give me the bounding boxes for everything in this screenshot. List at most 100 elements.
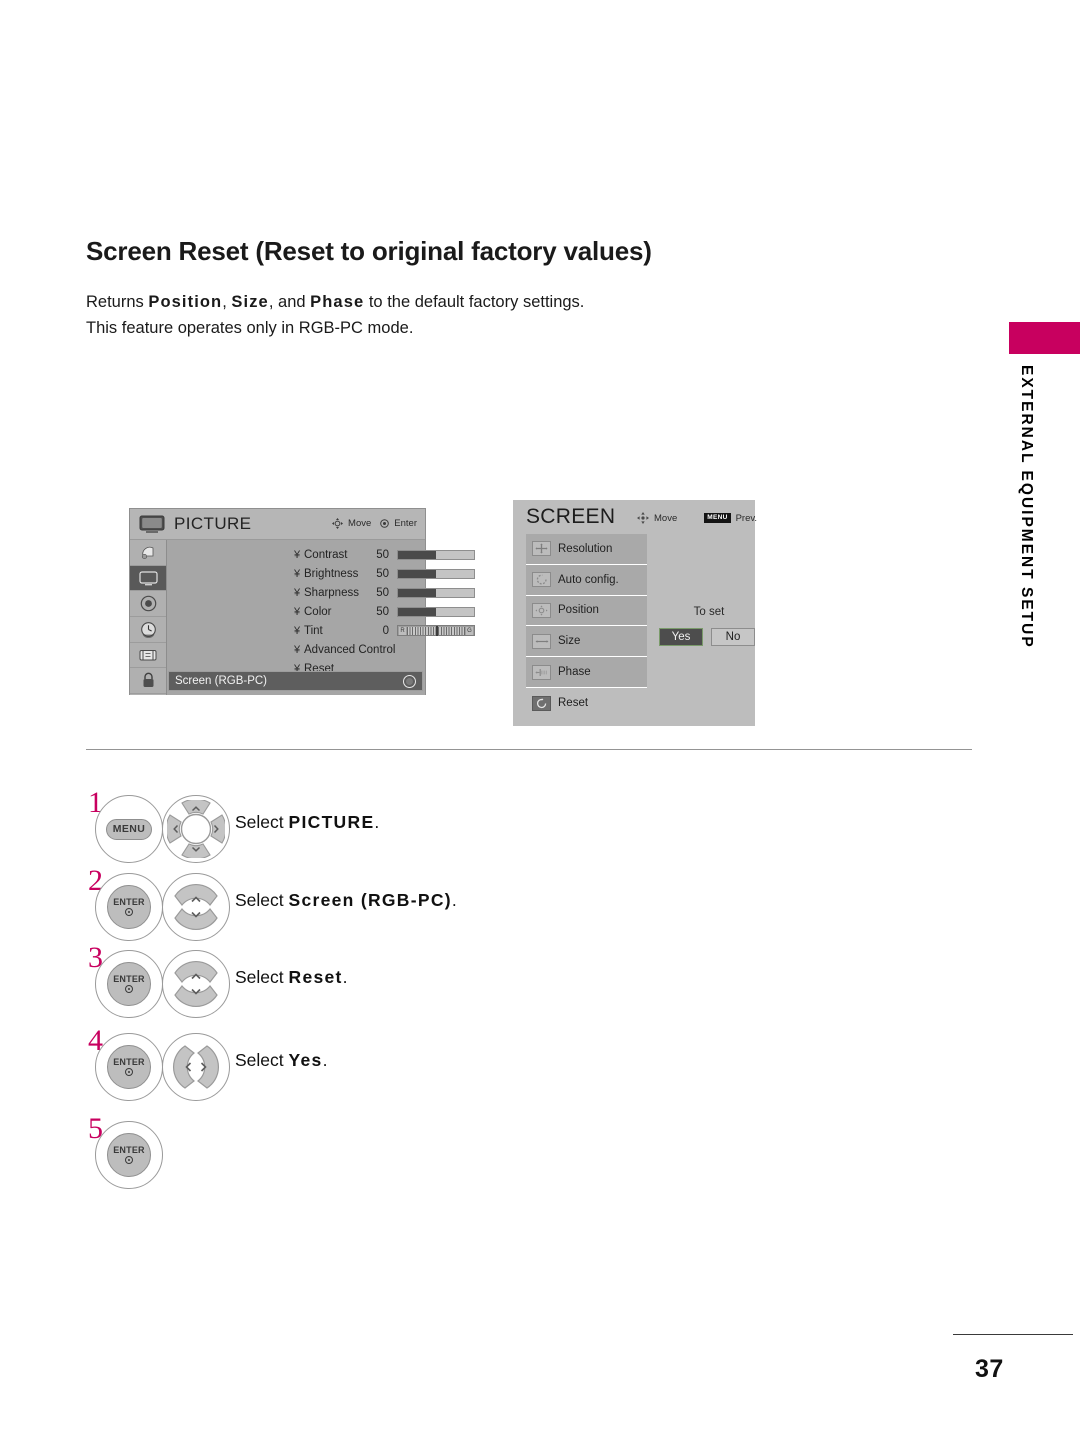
sidebar-item-time[interactable] <box>130 617 166 643</box>
four-way-wheel[interactable] <box>162 795 230 863</box>
enter-button[interactable]: ENTER <box>107 962 151 1006</box>
screen-item-position[interactable]: Position <box>526 595 647 627</box>
intro-sep-2: , and <box>268 293 311 311</box>
enter-button[interactable]: ENTER <box>107 1133 151 1177</box>
enter-key-ring[interactable]: ENTER <box>95 950 163 1018</box>
picture-row-sharpness[interactable]: ¥ Sharpness 50 <box>167 583 475 602</box>
step-text-bold: PICTURE <box>288 812 375 832</box>
step-instruction: Select Reset. <box>235 967 348 988</box>
row-value: 50 <box>376 605 389 618</box>
sidebar-item-audio[interactable] <box>130 591 166 618</box>
sidebar-item-lock[interactable] <box>130 668 166 695</box>
enter-key-ring[interactable]: ENTER <box>95 1033 163 1101</box>
enter-button[interactable]: ENTER <box>107 1045 151 1089</box>
picture-row-tint[interactable]: ¥ Tint 0 R G <box>167 621 475 640</box>
row-value: 50 <box>376 548 389 561</box>
enter-dot-icon <box>125 1068 133 1076</box>
sidebar-item-setup[interactable] <box>130 540 166 566</box>
page-title: Screen Reset (Reset to original factory … <box>86 236 652 266</box>
screen-item-phase[interactable]: Phase <box>526 657 647 688</box>
step-text-pre: Select <box>235 1050 289 1070</box>
screen-item-label: Position <box>558 604 599 617</box>
screen-item-label: Auto config. <box>558 573 619 586</box>
step-text-bold: Screen (RGB-PC) <box>288 890 452 910</box>
size-icon <box>532 633 551 649</box>
row-slider[interactable] <box>397 549 475 560</box>
screen-item-size[interactable]: Size <box>526 626 647 658</box>
picture-hint-group: Move Enter <box>332 518 417 529</box>
up-down-pad-icon <box>174 883 218 931</box>
row-marker: ¥ <box>294 624 301 637</box>
picture-row-screen-rgbpc-selected[interactable]: Screen (RGB-PC) <box>168 671 423 691</box>
left-right-wheel[interactable] <box>162 1033 230 1101</box>
screen-item-label: Resolution <box>558 542 613 555</box>
row-value: 50 <box>376 586 389 599</box>
screen-item-resolution[interactable]: Resolution <box>526 534 647 565</box>
enter-label: ENTER <box>113 974 145 984</box>
tint-right-cap: G <box>466 626 473 635</box>
setup-icon <box>141 546 153 559</box>
enter-dot-icon <box>125 985 133 993</box>
picture-row-color[interactable]: ¥ Color 50 <box>167 602 475 621</box>
picture-hint-move-label: Move <box>348 518 372 529</box>
step-text-post: . <box>374 812 380 832</box>
row-label: Brightness <box>304 567 359 580</box>
enter-button[interactable]: ENTER <box>107 885 151 929</box>
four-way-pad-icon <box>167 800 225 858</box>
row-slider[interactable] <box>397 568 475 579</box>
menu-badge-icon: MENU <box>704 513 731 523</box>
enter-dot-icon <box>380 519 390 528</box>
step-text-pre: Select <box>235 967 289 987</box>
row-value: 0 <box>382 624 389 637</box>
selected-row-label: Screen (RGB-PC) <box>175 675 268 687</box>
screen-item-reset[interactable]: Reset <box>526 688 647 719</box>
row-marker: ¥ <box>294 567 301 580</box>
picture-icon <box>138 570 158 585</box>
sidebar-item-picture[interactable] <box>130 565 166 592</box>
picture-row-advanced-control[interactable]: ¥ Advanced Control <box>167 640 425 659</box>
time-icon <box>140 622 156 638</box>
row-value: 50 <box>376 567 389 580</box>
menu-button[interactable]: MENU <box>106 818 152 840</box>
yes-button[interactable]: Yes <box>659 628 703 646</box>
up-down-wheel[interactable] <box>162 950 230 1018</box>
up-down-pad-icon <box>174 960 218 1008</box>
up-down-wheel[interactable] <box>162 873 230 941</box>
row-slider[interactable] <box>397 606 475 617</box>
page-number: 37 <box>975 1355 1004 1383</box>
intro-text-post: to the default factory settings. <box>364 293 585 311</box>
row-tint-slider[interactable]: R G <box>397 625 475 636</box>
picture-osd-title: PICTURE <box>174 514 252 533</box>
dpad-icon <box>332 518 344 529</box>
step-text-bold: Reset <box>288 967 343 987</box>
menu-key-ring[interactable]: MENU <box>95 795 163 863</box>
row-slider[interactable] <box>397 587 475 598</box>
step-instruction: Select Screen (RGB-PC). <box>235 890 457 911</box>
step-4: 4 ENTER Select Yes. <box>86 1024 946 1106</box>
tint-ticks <box>407 625 465 636</box>
confirm-button-row: Yes No <box>659 628 755 646</box>
row-label: Color <box>304 605 332 618</box>
picture-row-contrast[interactable]: ¥ Contrast 50 <box>167 545 475 564</box>
enter-key-ring[interactable]: ENTER <box>95 1121 163 1189</box>
tint-left-cap: R <box>399 626 406 635</box>
step-2: 2 ENTER Select Screen (RGB-PC). <box>86 864 946 946</box>
intro-bold-size: Size <box>231 293 269 311</box>
footer-rule <box>953 1334 1073 1335</box>
auto-config-icon <box>532 572 551 588</box>
enter-key-ring[interactable]: ENTER <box>95 873 163 941</box>
screen-item-auto-config[interactable]: Auto config. <box>526 564 647 596</box>
step-3: 3 ENTER Select Reset. <box>86 941 946 1023</box>
resolution-icon <box>532 541 551 557</box>
audio-icon <box>140 595 156 612</box>
enter-dot-icon <box>125 908 133 916</box>
picture-row-brightness[interactable]: ¥ Brightness 50 <box>167 564 475 583</box>
sidebar-item-option[interactable] <box>130 642 166 669</box>
option-icon <box>139 650 157 661</box>
intro-bold-position: Position <box>148 293 223 311</box>
screen-osd-title: SCREEN <box>526 505 616 528</box>
left-right-pad-icon <box>172 1045 220 1089</box>
no-button[interactable]: No <box>711 628 755 646</box>
screen-osd-menu-list: Resolution Auto config. Position Size Ph… <box>526 534 647 719</box>
to-set-prompt: To set <box>693 606 725 618</box>
